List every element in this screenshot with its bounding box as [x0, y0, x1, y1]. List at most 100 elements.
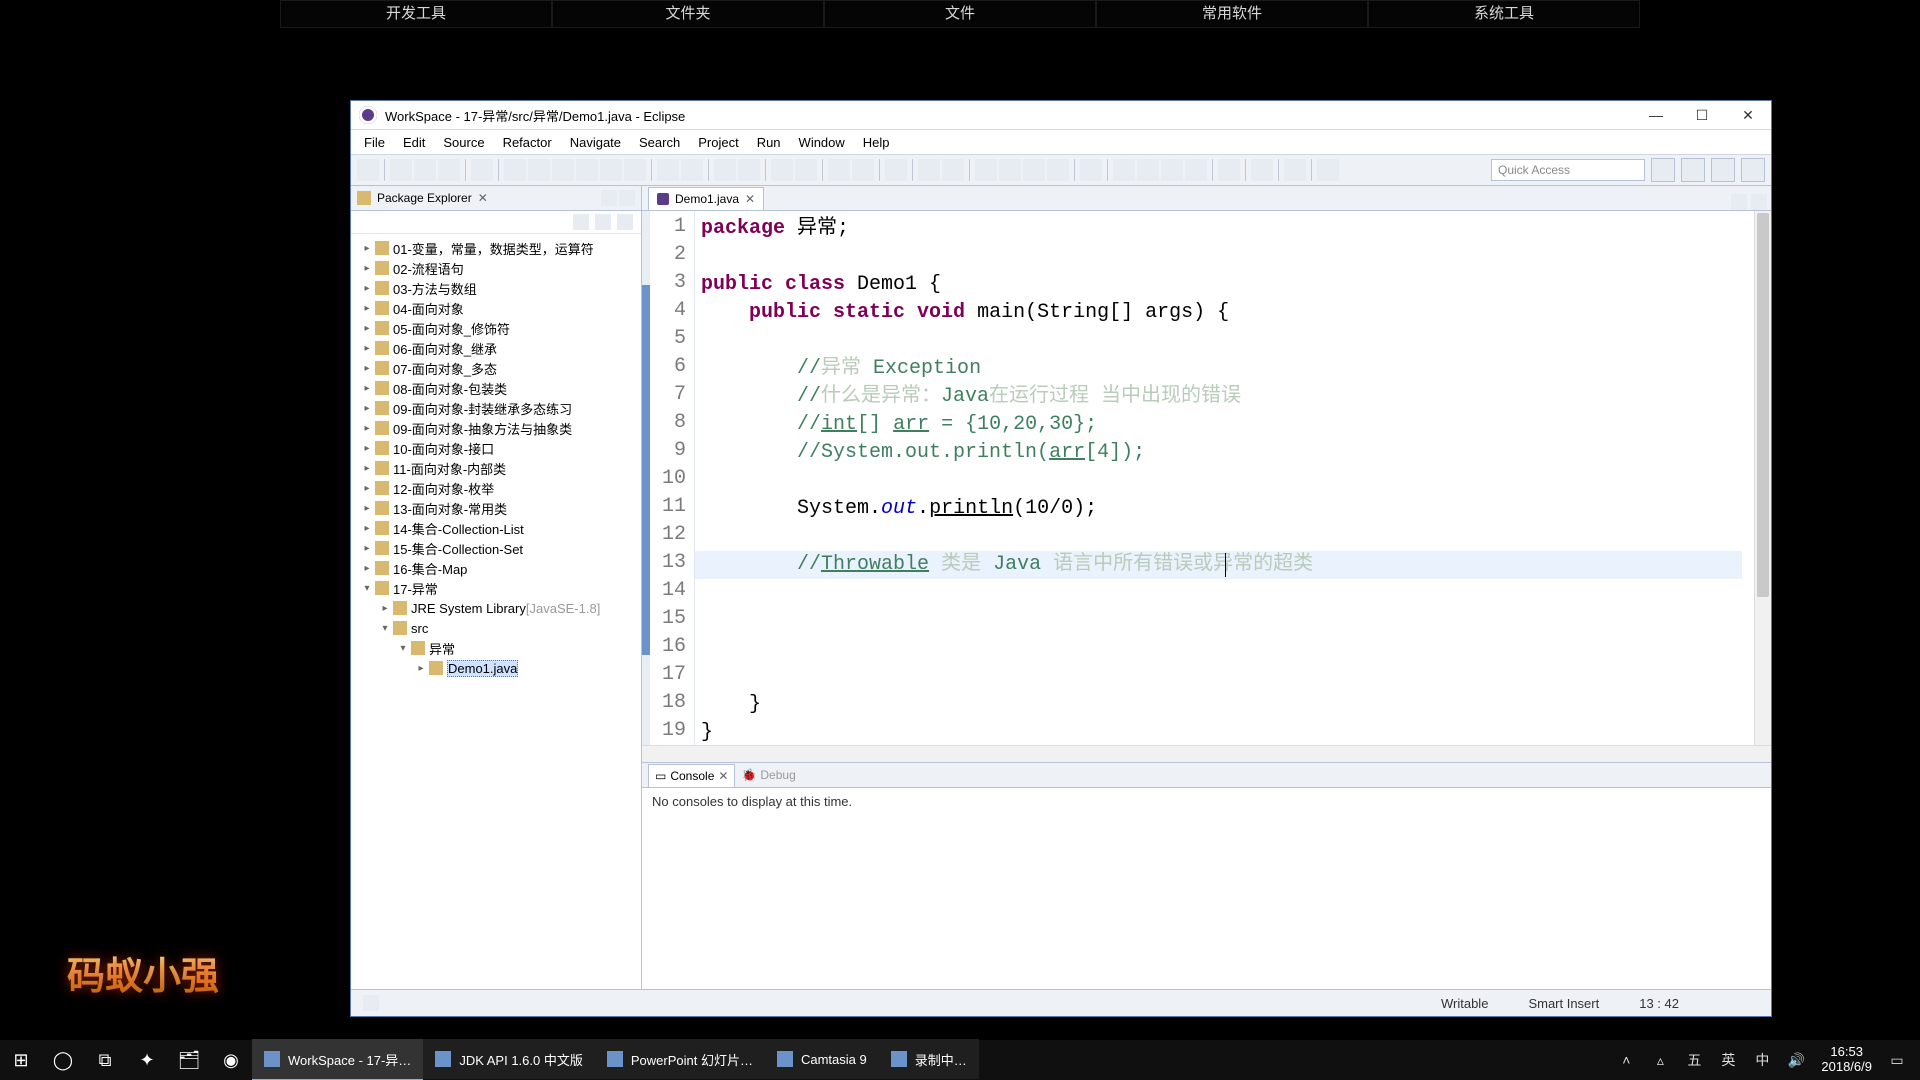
tree-node[interactable]: ▸03-方法与数组 [355, 278, 641, 298]
volume-icon[interactable]: 🔊 [1787, 1051, 1805, 1069]
tree-node[interactable]: ▸04-面向对象 [355, 298, 641, 318]
dock-item[interactable]: 常用软件 [1096, 0, 1368, 28]
toolbar-button[interactable] [657, 159, 679, 181]
menu-search[interactable]: Search [630, 135, 689, 150]
toolbar-button[interactable] [771, 159, 793, 181]
tree-node[interactable]: ▸02-流程语句 [355, 258, 641, 278]
perspective-button[interactable] [1711, 158, 1735, 182]
view-maximize-icon[interactable] [619, 190, 635, 206]
perspective-button[interactable] [1681, 158, 1705, 182]
toolbar-button[interactable] [552, 159, 574, 181]
maximize-button[interactable]: ☐ [1679, 101, 1725, 129]
tree-node[interactable]: ▸11-面向对象-内部类 [355, 458, 641, 478]
menu-project[interactable]: Project [689, 135, 747, 150]
tree-node[interactable]: ▸09-面向对象-封装继承多态练习 [355, 398, 641, 418]
perspective-button[interactable] [1651, 158, 1675, 182]
toolbar-button[interactable] [999, 159, 1021, 181]
start-button[interactable]: ⊞ [0, 1040, 42, 1080]
tree-node[interactable]: ▸07-面向对象_多态 [355, 358, 641, 378]
toolbar-button[interactable] [885, 159, 907, 181]
view-minimize-icon[interactable] [601, 190, 617, 206]
close-button[interactable]: ✕ [1725, 101, 1771, 129]
tree-node[interactable]: ▸10-面向对象-接口 [355, 438, 641, 458]
menu-help[interactable]: Help [854, 135, 899, 150]
tree-node[interactable]: ▸05-面向对象_修饰符 [355, 318, 641, 338]
vertical-scrollbar[interactable] [1754, 211, 1771, 745]
tree-node[interactable]: ▸Demo1.java [355, 658, 641, 678]
tree-node[interactable]: ▸13-面向对象-常用类 [355, 498, 641, 518]
tree-node[interactable]: ▸12-面向对象-枚举 [355, 478, 641, 498]
tray-up-icon[interactable]: ˄ [1617, 1051, 1635, 1069]
toolbar-button[interactable] [576, 159, 598, 181]
quick-access-input[interactable]: Quick Access [1491, 159, 1645, 181]
tree-node[interactable]: ▸16-集合-Map [355, 558, 641, 578]
tab-close-icon[interactable]: ✕ [718, 769, 728, 783]
taskbar-app[interactable]: PowerPoint 幻灯片… [595, 1039, 765, 1079]
ime-lang3[interactable]: 中 [1753, 1051, 1771, 1069]
toolbar-button[interactable] [1284, 159, 1306, 181]
package-tree[interactable]: ▸01-变量，常量，数据类型，运算符▸02-流程语句▸03-方法与数组▸04-面… [351, 234, 641, 993]
ime-lang2[interactable]: 英 [1719, 1051, 1737, 1069]
perspective-button[interactable] [1741, 158, 1765, 182]
toolbar-button[interactable] [1161, 159, 1183, 181]
toolbar-button[interactable] [1251, 159, 1273, 181]
task-view-icon[interactable]: ⧉ [84, 1040, 126, 1080]
toolbar-button[interactable] [1080, 159, 1102, 181]
chrome-icon[interactable]: ◉ [210, 1040, 252, 1080]
toolbar-button[interactable] [795, 159, 817, 181]
tree-node[interactable]: ▸01-变量，常量，数据类型，运算符 [355, 238, 641, 258]
tree-node[interactable]: ▸14-集合-Collection-List [355, 518, 641, 538]
tab-debug[interactable]: 🐞 Debug [735, 768, 801, 782]
dock-item[interactable]: 文件夹 [552, 0, 824, 28]
menu-edit[interactable]: Edit [394, 135, 434, 150]
toolbar-button[interactable] [1023, 159, 1045, 181]
network-icon[interactable]: ▵ [1651, 1051, 1669, 1069]
toolbar-button[interactable] [1185, 159, 1207, 181]
ime-lang1[interactable]: 五 [1685, 1051, 1703, 1069]
toolbar-button[interactable] [1317, 159, 1339, 181]
tree-node[interactable]: ▸JRE System Library [JavaSE-1.8] [355, 598, 641, 618]
tab-console[interactable]: ▭ Console ✕ [648, 764, 735, 787]
minimize-button[interactable]: — [1633, 101, 1679, 129]
toolbar-button[interactable] [1113, 159, 1135, 181]
tab-demo1[interactable]: Demo1.java ✕ [648, 187, 764, 210]
tab-close-icon[interactable]: ✕ [745, 192, 755, 206]
toolbar-button[interactable] [471, 159, 493, 181]
code-content[interactable]: package 异常;public class Demo1 { public s… [695, 211, 1754, 745]
toolbar-button[interactable] [1047, 159, 1069, 181]
toolbar-button[interactable] [504, 159, 526, 181]
taskbar-app[interactable]: 录制中… [879, 1039, 979, 1079]
toolbar-button[interactable] [1137, 159, 1159, 181]
notifications-icon[interactable]: ▭ [1888, 1051, 1906, 1069]
taskbar-app[interactable]: Camtasia 9 [765, 1039, 879, 1079]
tree-node[interactable]: ▸09-面向对象-抽象方法与抽象类 [355, 418, 641, 438]
toolbar-button[interactable] [1218, 159, 1240, 181]
close-view-icon[interactable]: ✕ [478, 191, 488, 205]
file-explorer-icon[interactable]: 🗂 [168, 1040, 210, 1080]
toolbar-button[interactable] [528, 159, 550, 181]
menu-refactor[interactable]: Refactor [494, 135, 561, 150]
tree-node[interactable]: ▾异常 [355, 638, 641, 658]
cortana-icon[interactable]: ◯ [42, 1040, 84, 1080]
taskbar-clock[interactable]: 16:53 2018/6/9 [1821, 1045, 1872, 1075]
tree-node[interactable]: ▸08-面向对象-包装类 [355, 378, 641, 398]
toolbar-button[interactable] [357, 159, 379, 181]
toolbar-button[interactable] [438, 159, 460, 181]
toolbar-button[interactable] [852, 159, 874, 181]
toolbar-button[interactable] [828, 159, 850, 181]
dock-item[interactable]: 开发工具 [280, 0, 552, 28]
editor-minimize-icon[interactable] [1731, 194, 1747, 210]
dock-item[interactable]: 系统工具 [1368, 0, 1640, 28]
toolbar-button[interactable] [942, 159, 964, 181]
tree-node[interactable]: ▾17-异常 [355, 578, 641, 598]
toolbar-button[interactable] [390, 159, 412, 181]
toolbar-button[interactable] [918, 159, 940, 181]
taskbar-app[interactable]: WorkSpace - 17-异… [252, 1039, 423, 1080]
tree-node[interactable]: ▾src [355, 618, 641, 638]
menu-run[interactable]: Run [748, 135, 790, 150]
horizontal-scrollbar[interactable] [642, 745, 1771, 762]
toolbar-button[interactable] [738, 159, 760, 181]
toolbar-button[interactable] [714, 159, 736, 181]
menu-window[interactable]: Window [790, 135, 854, 150]
tray-icon[interactable]: ✦ [126, 1040, 168, 1080]
